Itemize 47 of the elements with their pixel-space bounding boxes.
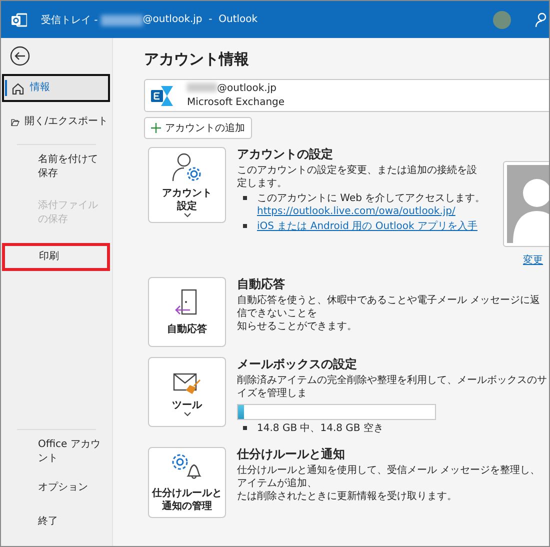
section-description: たは削除されたときに更新情報を受け取ります。: [237, 490, 458, 503]
section-title: 仕分けルールと通知: [237, 448, 346, 461]
change-photo-link[interactable]: 変更: [523, 253, 543, 267]
section-description: このアカウントの設定を変更、または追加の接続を設定します。: [237, 164, 478, 190]
outlook-icon: [11, 12, 27, 28]
section-title: アカウントの設定: [237, 148, 334, 161]
person-icon: [535, 12, 549, 28]
bullet-icon: [243, 196, 247, 200]
section-description: 削除済みアイテムの完全削除や整理を利用して、メールボックスのサイズを管理しま: [237, 374, 548, 400]
menu-item[interactable]: 情報: [2, 74, 110, 102]
section-title: 自動応答: [237, 278, 286, 291]
menu-item[interactable]: 開く/エクスポート: [2, 108, 110, 136]
menu-item[interactable]: Office アカウント: [2, 436, 110, 468]
chevron-down-icon: [184, 213, 190, 218]
menu-item[interactable]: 終了: [2, 508, 110, 536]
home-icon: [11, 81, 25, 95]
card-button[interactable]: 自動応答: [148, 277, 226, 347]
section-description: 自動応答を使うと、休暇中であることや電子メール メッセージに返信できないことを: [237, 294, 542, 320]
account-email: @outlook.jp: [217, 82, 276, 94]
section-title: メールボックスの設定: [237, 358, 358, 371]
section-description: 仕分けルールと通知を使用して、受信メール メッセージを整理し、アイテムが追加、: [237, 464, 542, 490]
card-button[interactable]: ツール: [148, 357, 226, 427]
menu-item[interactable]: 名前を付けて保存: [2, 151, 110, 183]
gear-bell-icon: [170, 452, 204, 482]
page-heading: アカウント情報: [144, 50, 250, 69]
back-icon: [10, 46, 30, 66]
link[interactable]: iOS または Android 用の Outlook アプリを入手: [257, 221, 478, 232]
add-account-button[interactable]: アカウントの追加: [144, 117, 252, 139]
bullet-icon: [243, 426, 247, 430]
card-button[interactable]: アカウント 設定: [148, 147, 226, 223]
window-title: @outlook.jp - Outlook: [142, 14, 258, 25]
bullet-text: 14.8 GB 中、14.8 GB 空き: [257, 422, 384, 435]
bullet-icon: [243, 224, 247, 228]
account-card[interactable]: @outlook.jp Microsoft Exchange: [144, 79, 549, 112]
blurred-text: [100, 15, 143, 26]
bullet-text: このアカウントに Web を介してアクセスします。: [257, 192, 486, 205]
avatar[interactable]: [493, 10, 511, 28]
account-type: Microsoft Exchange: [187, 96, 285, 108]
blurred-text: [187, 83, 217, 92]
plus-icon: [151, 123, 161, 133]
section-description: 知らせることができます。: [237, 320, 358, 333]
window-title: 受信トレイ -: [41, 14, 98, 26]
menu-item[interactable]: 印刷: [2, 243, 110, 271]
card-button[interactable]: 仕分けルールと 通知の管理: [148, 447, 226, 518]
chevron-down-icon: [184, 412, 190, 416]
menu-item[interactable]: オプション: [2, 474, 110, 502]
link[interactable]: https://outlook.live.com/owa/outlook.jp/: [257, 206, 456, 217]
